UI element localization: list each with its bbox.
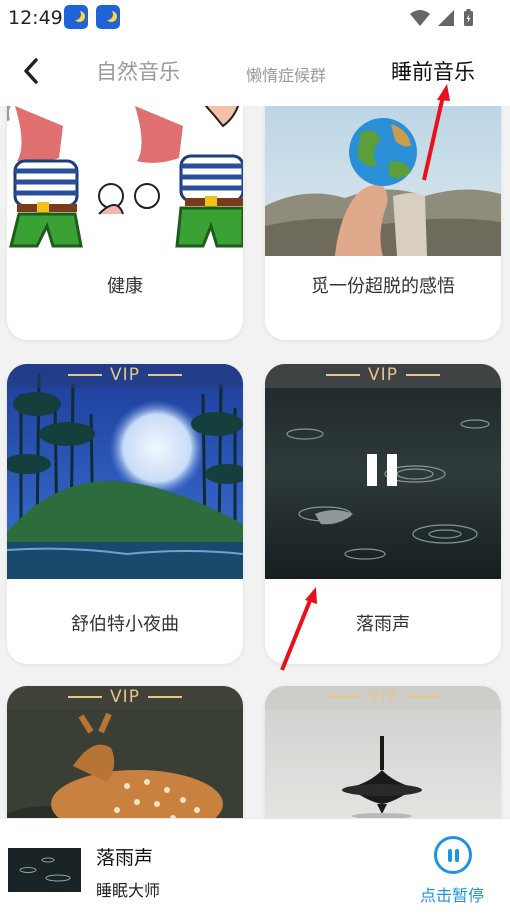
player-artist: 睡眠大师 bbox=[96, 881, 161, 900]
rain-thumbnail-image bbox=[8, 848, 81, 892]
arrow-to-rain-card bbox=[280, 587, 317, 671]
player-thumbnail bbox=[8, 848, 81, 892]
pause-circle-icon[interactable] bbox=[434, 836, 472, 874]
player-track-title: 落雨声 bbox=[96, 847, 154, 869]
arrow-to-sleep-tab bbox=[422, 84, 450, 181]
annotation-arrows bbox=[280, 84, 450, 671]
pause-button-label[interactable]: 点击暂停 bbox=[420, 882, 484, 906]
mini-player[interactable]: 落雨声 睡眠大师 点击暂停 bbox=[0, 818, 510, 919]
